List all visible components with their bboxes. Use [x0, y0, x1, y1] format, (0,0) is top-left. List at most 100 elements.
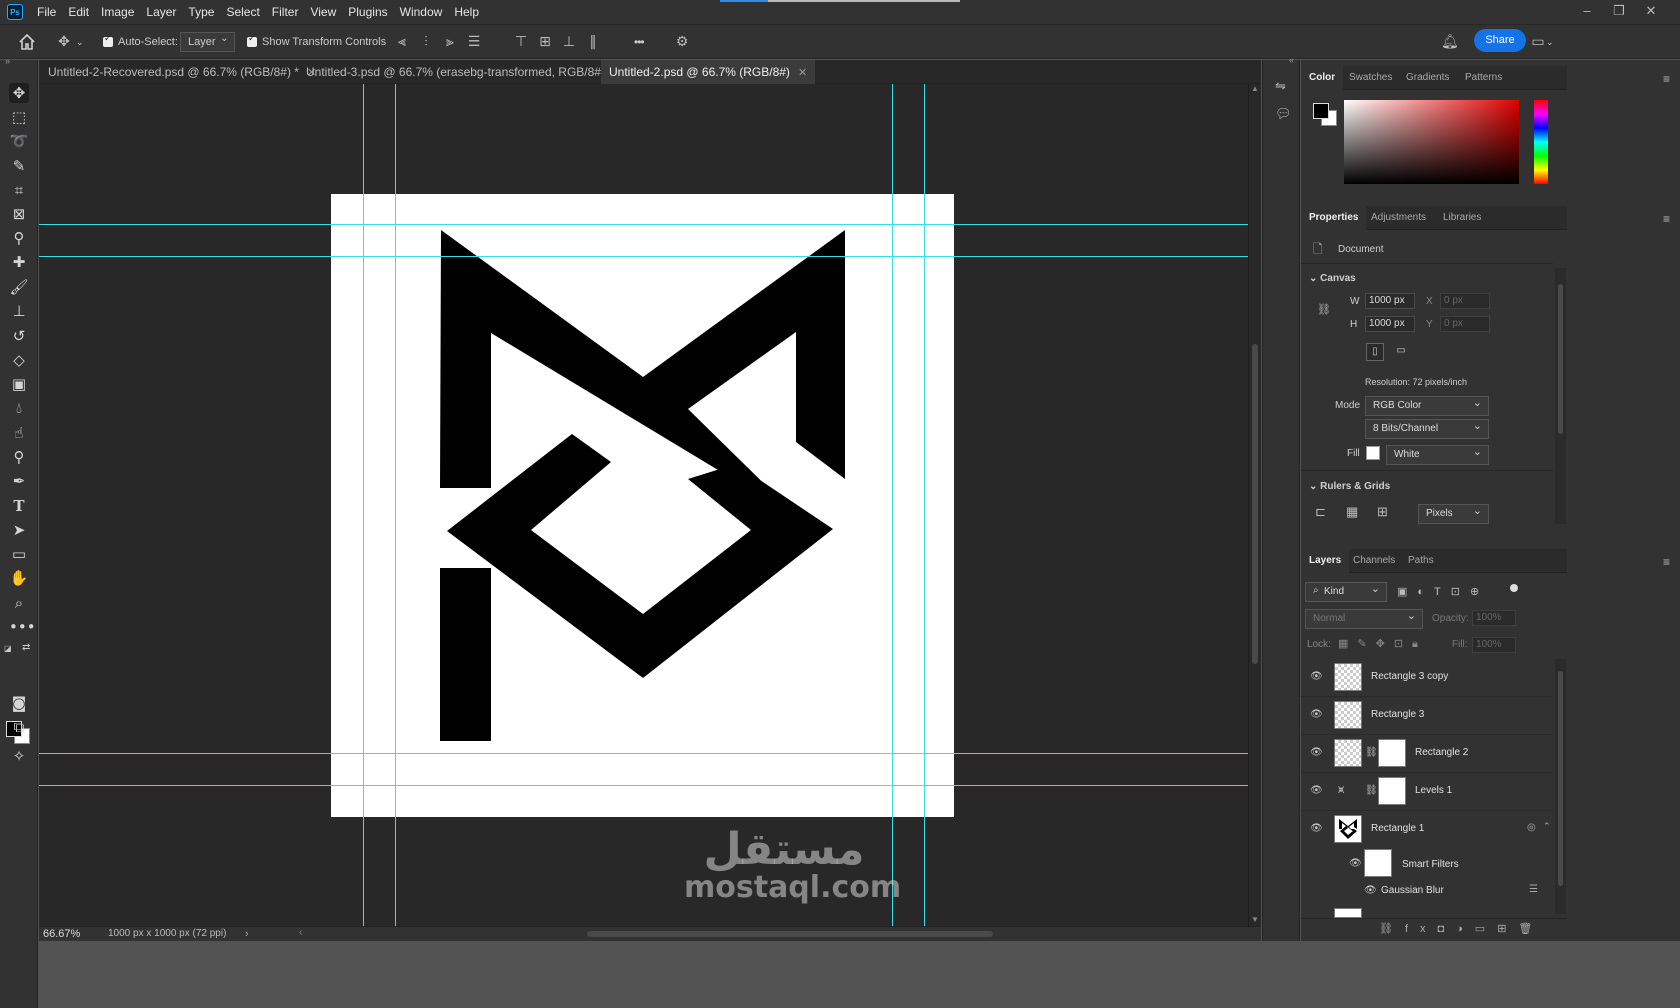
lasso-tool-icon[interactable]: ➰	[9, 131, 29, 151]
minimize-icon[interactable]: –	[1572, 0, 1602, 24]
horizontal-scrollbar[interactable]: ‹ ›	[299, 927, 1279, 941]
canvas-y-field[interactable]: 0 px	[1440, 316, 1490, 332]
scrollbar-thumb[interactable]	[587, 931, 993, 937]
visibility-eye-icon[interactable]: 👁︎	[1310, 785, 1323, 796]
color-picker-field[interactable]	[1344, 100, 1519, 184]
scrollbar-thumb[interactable]	[1558, 671, 1563, 886]
collapse-panels-icon[interactable]: «	[1289, 55, 1294, 65]
menu-help[interactable]: Help	[448, 0, 485, 24]
more-options-icon[interactable]: •••	[634, 35, 645, 49]
auto-select-target-dropdown[interactable]: Layer	[180, 30, 235, 52]
grid-icon[interactable]: ▦	[1346, 504, 1358, 520]
dodge-tool-icon[interactable]: ⚲	[9, 447, 29, 467]
eraser-tool-icon[interactable]: ◇	[9, 350, 29, 370]
tab-adjustments[interactable]: Adjustments	[1363, 206, 1434, 230]
scroll-left-icon[interactable]: ‹	[299, 927, 302, 938]
screen-mode-icon[interactable]: ⧉	[9, 717, 29, 737]
fill-opacity-field[interactable]: 100%	[1472, 637, 1516, 653]
distribute-h-icon[interactable]: ‖	[585, 34, 601, 50]
align-left-icon[interactable]: ⫷	[394, 34, 410, 50]
layer-name[interactable]: Rectangle 2	[1415, 747, 1468, 758]
layer-mask-thumbnail[interactable]	[1378, 777, 1406, 805]
smart-filter-mask-thumbnail[interactable]	[1364, 849, 1392, 877]
tab-paths[interactable]: Paths	[1400, 549, 1442, 573]
show-transform-checkbox[interactable]	[247, 34, 257, 47]
layer-actions-icons[interactable]: ⛓fx◘◑▭⊞🗑︎	[1379, 922, 1544, 935]
scrollbar-thumb[interactable]	[1252, 344, 1258, 664]
align-right-icon[interactable]: ⫸	[442, 34, 458, 50]
tab-color[interactable]: Color	[1301, 66, 1344, 90]
panel-menu-icon[interactable]: ≡	[1663, 72, 1670, 86]
guide-horizontal[interactable]	[39, 785, 1248, 786]
panel-menu-icon[interactable]: ≡	[1663, 555, 1670, 569]
layer-row-smart-filters[interactable]: 👁︎ Smart Filters	[1301, 847, 1553, 881]
zoom-tool-icon[interactable]: ⌕	[9, 593, 29, 613]
layer-name[interactable]: Rectangle 1	[1371, 823, 1424, 834]
lock-icons[interactable]: ▦✎✥⊡🔒︎	[1338, 637, 1427, 651]
layer-name[interactable]: Levels 1	[1415, 785, 1452, 796]
zoom-level[interactable]: 66.67%	[43, 928, 80, 940]
settings-gear-icon[interactable]: ⚙	[674, 34, 690, 50]
visibility-eye-icon[interactable]: 👁︎	[1310, 747, 1323, 758]
guide-horizontal[interactable]	[39, 753, 1248, 754]
mask-link-icon[interactable]: ⛓	[1365, 747, 1378, 758]
layer-mask-thumbnail[interactable]	[1378, 739, 1406, 767]
tab-close-icon[interactable]: ✕	[798, 67, 807, 79]
visibility-eye-icon[interactable]: 👁︎	[1310, 823, 1323, 834]
visibility-eye-icon[interactable]: 👁︎	[1310, 671, 1323, 682]
align-middle-icon[interactable]: ⊞	[537, 34, 553, 50]
history-brush-tool-icon[interactable]: ↺	[9, 326, 29, 346]
menu-image[interactable]: Image	[95, 0, 140, 24]
default-colors-icon[interactable]: ◪	[4, 644, 12, 653]
swap-colors-icon[interactable]: ⇄	[22, 642, 30, 653]
canvas-width-field[interactable]: 1000 px	[1365, 293, 1415, 309]
align-center-h-icon[interactable]: ⫶	[418, 34, 434, 50]
visibility-eye-icon[interactable]: 👁︎	[1364, 885, 1377, 896]
share-button[interactable]: Share	[1474, 29, 1526, 52]
pen-tool-icon[interactable]: ✒	[9, 471, 29, 491]
properties-scrollbar[interactable]	[1555, 268, 1566, 524]
tab-swatches[interactable]: Swatches	[1341, 66, 1400, 90]
menu-filter[interactable]: Filter	[266, 0, 305, 24]
layer-name[interactable]: Rectangle 3	[1371, 709, 1424, 720]
tab-libraries[interactable]: Libraries	[1435, 206, 1489, 230]
healing-brush-tool-icon[interactable]: ✚	[9, 252, 29, 272]
fill-dropdown[interactable]: White	[1386, 443, 1489, 465]
quick-select-tool-icon[interactable]: ✎	[9, 156, 29, 176]
tab-untitled-3[interactable]: Untitled-3.psd @ 66.7% (erasebg-transfor…	[298, 60, 630, 84]
filter-blending-options-icon[interactable]: ☰	[1529, 884, 1538, 895]
layer-name[interactable]: Gaussian Blur	[1381, 885, 1444, 896]
link-dimensions-icon[interactable]: ⛓	[1317, 303, 1331, 316]
canvas-area[interactable]: مستقل mostaql.com	[39, 84, 1248, 926]
pixel-grid-icon[interactable]: ⊞	[1377, 504, 1388, 520]
guide-vertical[interactable]	[363, 84, 364, 926]
filter-toggle-icon[interactable]	[1510, 584, 1518, 592]
menu-view[interactable]: View	[304, 0, 342, 24]
move-tool-icon[interactable]: ✥	[9, 83, 29, 103]
hue-slider[interactable]	[1534, 100, 1548, 184]
vertical-scrollbar[interactable]: ▲ ▼	[1248, 84, 1261, 926]
scroll-up-icon[interactable]: ▲	[1251, 84, 1259, 93]
distribute-v-icon[interactable]: ☰	[466, 34, 482, 50]
menu-edit[interactable]: Edit	[62, 0, 95, 24]
auto-select-checkbox[interactable]	[103, 34, 113, 47]
menu-select[interactable]: Select	[220, 0, 265, 24]
color-mode-dropdown[interactable]: RGB Color	[1365, 394, 1489, 416]
bit-depth-dropdown[interactable]: 8 Bits/Channel	[1365, 417, 1489, 439]
canvas-section-header[interactable]: ⌄ Canvas	[1309, 273, 1356, 284]
edit-toolbar-icon[interactable]: •••	[9, 617, 36, 637]
tab-layers[interactable]: Layers	[1301, 549, 1350, 573]
tab-gradients[interactable]: Gradients	[1398, 66, 1457, 90]
layer-filter-icons[interactable]: ▣◐T⊡⊕	[1397, 585, 1489, 598]
landscape-orientation-icon[interactable]: ▭	[1392, 343, 1410, 361]
guide-vertical[interactable]	[892, 84, 893, 926]
layers-scrollbar[interactable]	[1555, 659, 1566, 914]
align-bottom-icon[interactable]: ⊥	[561, 34, 577, 50]
blur-tool-icon[interactable]: 💧︎	[9, 398, 29, 418]
canvas-height-field[interactable]: 1000 px	[1365, 316, 1415, 332]
portrait-orientation-icon[interactable]: ▯	[1366, 343, 1384, 361]
blend-mode-dropdown[interactable]: Normal	[1305, 607, 1423, 629]
units-dropdown[interactable]: Pixels	[1418, 502, 1489, 524]
menu-type[interactable]: Type	[182, 0, 220, 24]
panel-menu-icon[interactable]: ≡	[1663, 212, 1670, 226]
